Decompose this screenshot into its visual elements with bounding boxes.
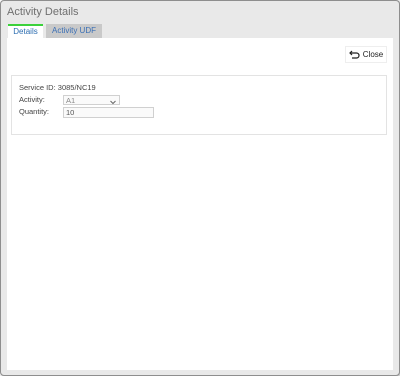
- service-id-value: 3085/NC19: [57, 83, 96, 92]
- activity-label: Activity:: [19, 95, 45, 104]
- service-id-row: Service ID: 3085/NC19: [19, 83, 96, 92]
- quantity-row: Quantity:: [19, 107, 49, 116]
- dialog-title: Activity Details: [7, 6, 79, 18]
- undo-arrow-icon: [348, 50, 360, 59]
- details-panel: Close Service ID: 3085/NC19 Activity: A1…: [7, 38, 393, 370]
- tab-activity-udf[interactable]: Activity UDF: [46, 24, 102, 38]
- close-label: Close: [362, 50, 384, 59]
- activity-select-value: A1: [66, 96, 76, 105]
- quantity-label: Quantity:: [19, 107, 50, 116]
- activity-select[interactable]: A1: [63, 95, 120, 105]
- activity-details-dialog: Activity Details Details Activity UDF Cl…: [0, 0, 400, 376]
- activity-row: Activity:: [19, 95, 45, 104]
- close-button[interactable]: Close: [345, 46, 387, 63]
- service-id-label: Service ID:: [19, 83, 56, 92]
- tab-details[interactable]: Details: [8, 24, 43, 38]
- quantity-input[interactable]: [63, 107, 154, 118]
- activity-info-panel: Service ID: 3085/NC19 Activity: A1 Quant…: [11, 75, 387, 135]
